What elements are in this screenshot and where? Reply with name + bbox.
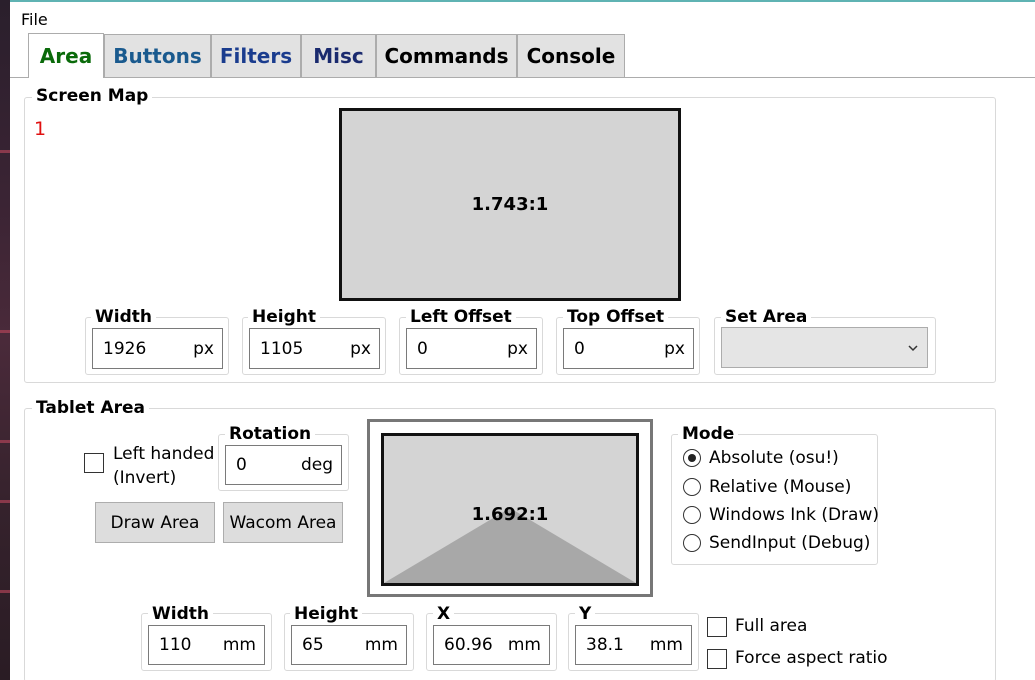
screen-width-input[interactable]: 1926 px bbox=[92, 328, 223, 369]
input-unit: mm bbox=[364, 635, 398, 655]
mode-absolute-label: Absolute (osu!) bbox=[709, 448, 839, 468]
background-streak bbox=[0, 150, 10, 153]
tab-label: Area bbox=[39, 44, 93, 68]
background-streak bbox=[0, 500, 10, 503]
force-aspect-label: Force aspect ratio bbox=[735, 648, 888, 668]
menu-file[interactable]: File bbox=[21, 10, 48, 29]
input-value: 110 bbox=[159, 635, 192, 655]
tablet-height-input[interactable]: 65 mm bbox=[291, 625, 407, 665]
tablet-ratio: 1.692:1 bbox=[471, 504, 549, 525]
mode-sendinput-radio[interactable] bbox=[683, 534, 701, 552]
tablet-area-title: Tablet Area bbox=[32, 398, 149, 418]
monitor-index: 1 bbox=[34, 118, 47, 140]
tab-buttons[interactable]: Buttons bbox=[104, 34, 211, 77]
tablet-width-input[interactable]: 110 mm bbox=[148, 625, 265, 665]
screen-height-input[interactable]: 1105 px bbox=[249, 328, 380, 369]
left-handed-checkbox[interactable] bbox=[84, 453, 104, 473]
input-value: 38.1 bbox=[586, 635, 624, 655]
input-unit: mm bbox=[222, 635, 256, 655]
tablet-y-label: Y bbox=[575, 604, 596, 624]
set-area-dropdown[interactable] bbox=[721, 327, 928, 368]
tablet-height-label: Height bbox=[290, 604, 362, 624]
tab-console[interactable]: Console bbox=[517, 34, 625, 77]
tab-label: Buttons bbox=[113, 44, 202, 68]
app-window: File Area Buttons Filters Misc Commands … bbox=[10, 0, 1035, 680]
tablet-width-label: Width bbox=[148, 604, 213, 624]
screen-ratio: 1.743:1 bbox=[471, 194, 549, 215]
background-streak bbox=[0, 590, 10, 593]
input-value: 60.96 bbox=[444, 635, 493, 655]
full-area-label: Full area bbox=[735, 616, 808, 636]
mode-sendinput-label: SendInput (Debug) bbox=[709, 533, 871, 553]
tab-area[interactable]: Area bbox=[28, 33, 104, 78]
force-aspect-checkbox[interactable] bbox=[707, 649, 727, 669]
tablet-area-preview[interactable]: 1.692:1 bbox=[367, 419, 653, 597]
set-area-label: Set Area bbox=[721, 307, 812, 327]
input-unit: px bbox=[507, 338, 528, 359]
top-offset-input[interactable]: 0 px bbox=[563, 328, 694, 369]
tablet-active-area: 1.692:1 bbox=[381, 433, 639, 586]
input-unit: mm bbox=[649, 635, 683, 655]
input-value: 1105 bbox=[260, 338, 304, 359]
input-unit: px bbox=[664, 338, 685, 359]
mode-absolute-radio[interactable] bbox=[683, 449, 701, 467]
input-value: 0 bbox=[574, 338, 585, 359]
left-offset-label: Left Offset bbox=[406, 307, 516, 327]
mode-label: Mode bbox=[678, 424, 739, 444]
screen-map-preview[interactable]: 1.743:1 bbox=[339, 108, 681, 301]
mode-windows-ink-radio[interactable] bbox=[683, 506, 701, 524]
rotation-label: Rotation bbox=[225, 424, 316, 444]
background-streak bbox=[0, 330, 10, 333]
tab-misc[interactable]: Misc bbox=[301, 34, 376, 77]
input-value: 0 bbox=[417, 338, 428, 359]
input-value: 65 bbox=[302, 635, 324, 655]
desktop-background bbox=[0, 0, 10, 680]
left-handed-line1: Left handed bbox=[113, 444, 215, 464]
input-value: 1926 bbox=[103, 338, 147, 359]
mode-windows-ink-label: Windows Ink (Draw) bbox=[709, 505, 879, 525]
rotation-input[interactable]: 0 deg bbox=[225, 445, 342, 485]
mode-relative-radio[interactable] bbox=[683, 478, 701, 496]
input-value: 0 bbox=[236, 455, 247, 475]
chevron-down-icon bbox=[908, 344, 918, 351]
tab-label: Commands bbox=[384, 44, 509, 68]
tablet-x-label: X bbox=[433, 604, 455, 624]
tab-label: Filters bbox=[219, 44, 293, 68]
screen-map-title: Screen Map bbox=[32, 86, 153, 106]
tab-filters[interactable]: Filters bbox=[211, 34, 301, 77]
tab-label: Console bbox=[526, 44, 616, 68]
screen-width-label: Width bbox=[91, 307, 156, 327]
tablet-x-input[interactable]: 60.96 mm bbox=[433, 625, 550, 665]
wacom-area-button[interactable]: Wacom Area bbox=[223, 502, 343, 543]
left-handed-label: Left handed (Invert) bbox=[113, 442, 214, 490]
menu-bar: File bbox=[10, 4, 1035, 32]
tab-label: Misc bbox=[313, 44, 364, 68]
mode-relative-label: Relative (Mouse) bbox=[709, 477, 852, 497]
input-unit: mm bbox=[507, 635, 541, 655]
draw-area-button[interactable]: Draw Area bbox=[95, 502, 215, 543]
tab-commands[interactable]: Commands bbox=[376, 34, 517, 77]
left-handed-line2: (Invert) bbox=[113, 468, 177, 488]
tablet-y-input[interactable]: 38.1 mm bbox=[575, 625, 692, 665]
input-unit: deg bbox=[300, 455, 333, 475]
screen-height-label: Height bbox=[248, 307, 320, 327]
input-unit: px bbox=[193, 338, 214, 359]
top-offset-label: Top Offset bbox=[563, 307, 669, 327]
full-area-checkbox[interactable] bbox=[707, 617, 727, 637]
background-streak bbox=[0, 440, 10, 443]
input-unit: px bbox=[350, 338, 371, 359]
tab-divider bbox=[10, 77, 1035, 78]
left-offset-input[interactable]: 0 px bbox=[406, 328, 537, 369]
radio-dot bbox=[688, 454, 696, 462]
